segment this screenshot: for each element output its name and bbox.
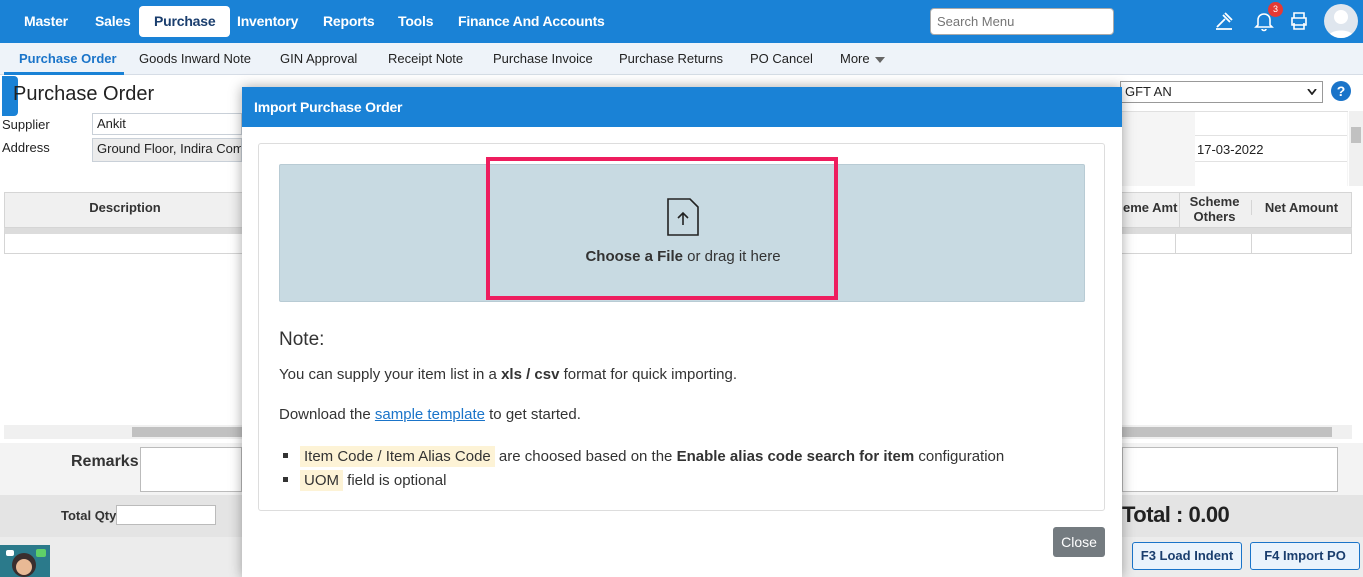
notification-badge: 3 xyxy=(1268,2,1283,17)
col-scheme-others: Scheme Others xyxy=(1179,192,1249,227)
top-scrollbar[interactable] xyxy=(1349,111,1363,186)
tab-more[interactable]: More xyxy=(840,51,886,66)
supplier-label: Supplier xyxy=(2,117,50,132)
chevron-down-icon xyxy=(1307,89,1317,95)
file-dropzone[interactable]: Choose a File or drag it here xyxy=(279,157,1086,302)
caret-down-icon xyxy=(875,57,886,63)
hammer-icon[interactable] xyxy=(1213,10,1235,32)
tab-purchase-invoice[interactable]: Purchase Invoice xyxy=(493,51,593,66)
bullet1-post: configuration xyxy=(914,448,1005,465)
total-qty-field[interactable] xyxy=(116,505,216,525)
note-format-line: You can supply your item list in a xls /… xyxy=(279,366,737,383)
import-purchase-order-modal: Import Purchase Order Choose a File or d… xyxy=(242,87,1122,577)
note-format-bold: xls / csv xyxy=(501,366,560,383)
col-scheme-amt: eme Amt xyxy=(1123,200,1178,215)
item-code-highlight: Item Code / Item Alias Code xyxy=(300,446,495,467)
tab-purchase-returns[interactable]: Purchase Returns xyxy=(619,51,723,66)
address-field[interactable]: Ground Floor, Indira Comp xyxy=(92,138,242,162)
order-date[interactable]: 17-03-2022 xyxy=(1195,136,1347,162)
nav-master[interactable]: Master xyxy=(14,6,78,37)
close-button[interactable]: Close xyxy=(1053,527,1105,557)
sample-template-link[interactable]: sample template xyxy=(375,406,485,423)
import-po-button[interactable]: F4 Import PO xyxy=(1250,542,1360,570)
tab-gin-approval[interactable]: GIN Approval xyxy=(280,51,357,66)
remarks-textarea-right[interactable] xyxy=(1122,447,1338,492)
address-label: Address xyxy=(2,140,50,155)
modal-body: Choose a File or drag it here Note: You … xyxy=(258,143,1105,511)
supplier-field[interactable]: Ankit xyxy=(92,113,242,135)
total-qty-label: Total Qty xyxy=(61,508,117,523)
search-menu-input[interactable] xyxy=(930,8,1114,35)
modal-title: Import Purchase Order xyxy=(242,87,1122,127)
dropzone-text: Choose a File or drag it here xyxy=(280,248,1086,265)
tab-purchase-order[interactable]: Purchase Order xyxy=(19,51,117,66)
date-panel: 17-03-2022 xyxy=(1120,111,1348,186)
user-avatar-icon[interactable] xyxy=(1324,4,1358,38)
list-item: UOM field is optional xyxy=(283,470,447,491)
help-icon[interactable]: ? xyxy=(1331,81,1351,101)
nav-purchase[interactable]: Purchase xyxy=(139,6,231,37)
file-upload-icon xyxy=(667,198,699,236)
tab-po-cancel[interactable]: PO Cancel xyxy=(750,51,813,66)
nav-sales[interactable]: Sales xyxy=(85,6,141,37)
note-template-line: Download the sample template to get star… xyxy=(279,406,581,423)
grand-total: Total : 0.00 xyxy=(1122,502,1230,527)
remarks-label: Remarks xyxy=(71,453,139,470)
nav-inventory[interactable]: Inventory xyxy=(227,6,308,37)
bullet2-post: field is optional xyxy=(343,472,447,489)
support-chat-avatar-icon[interactable] xyxy=(0,545,50,577)
tab-receipt-note[interactable]: Receipt Note xyxy=(388,51,463,66)
branch-select[interactable]: GFT AN xyxy=(1120,81,1323,103)
note-title: Note: xyxy=(279,329,325,350)
nav-reports[interactable]: Reports xyxy=(313,6,385,37)
note-template-post: to get started. xyxy=(484,406,581,423)
top-nav-bar: Master Sales Purchase Inventory Reports … xyxy=(0,0,1363,43)
tab-goods-inward-note[interactable]: Goods Inward Note xyxy=(139,51,251,66)
remarks-textarea[interactable] xyxy=(140,447,242,492)
sub-nav-bar: Purchase Order Goods Inward Note GIN App… xyxy=(0,43,1363,75)
col-description: Description xyxy=(89,200,161,215)
nav-finance-and-accounts[interactable]: Finance And Accounts xyxy=(448,6,615,37)
branch-select-value: GFT AN xyxy=(1125,84,1172,99)
note-template-pre: Download the xyxy=(279,406,375,423)
note-format-pre: You can supply your item list in a xyxy=(279,366,502,383)
load-indent-button[interactable]: F3 Load Indent xyxy=(1132,542,1242,570)
nav-tools[interactable]: Tools xyxy=(388,6,443,37)
choose-file-link[interactable]: Choose a File xyxy=(585,248,683,265)
col-net-amount: Net Amount xyxy=(1251,200,1351,215)
drag-hint: or drag it here xyxy=(682,248,781,265)
page-title: Purchase Order xyxy=(13,83,155,105)
printer-icon[interactable] xyxy=(1288,10,1310,32)
active-tab-underline xyxy=(4,72,124,75)
list-item: Item Code / Item Alias Code are choosed … xyxy=(283,446,1005,467)
bullet1-bold: Enable alias code search for item xyxy=(676,448,915,465)
dropzone-highlight-box xyxy=(486,157,838,300)
bullet1-mid: are choosed based on the xyxy=(494,448,677,465)
note-format-post: format for quick importing. xyxy=(559,366,738,383)
tab-more-label: More xyxy=(840,51,870,66)
uom-highlight: UOM xyxy=(300,470,343,491)
